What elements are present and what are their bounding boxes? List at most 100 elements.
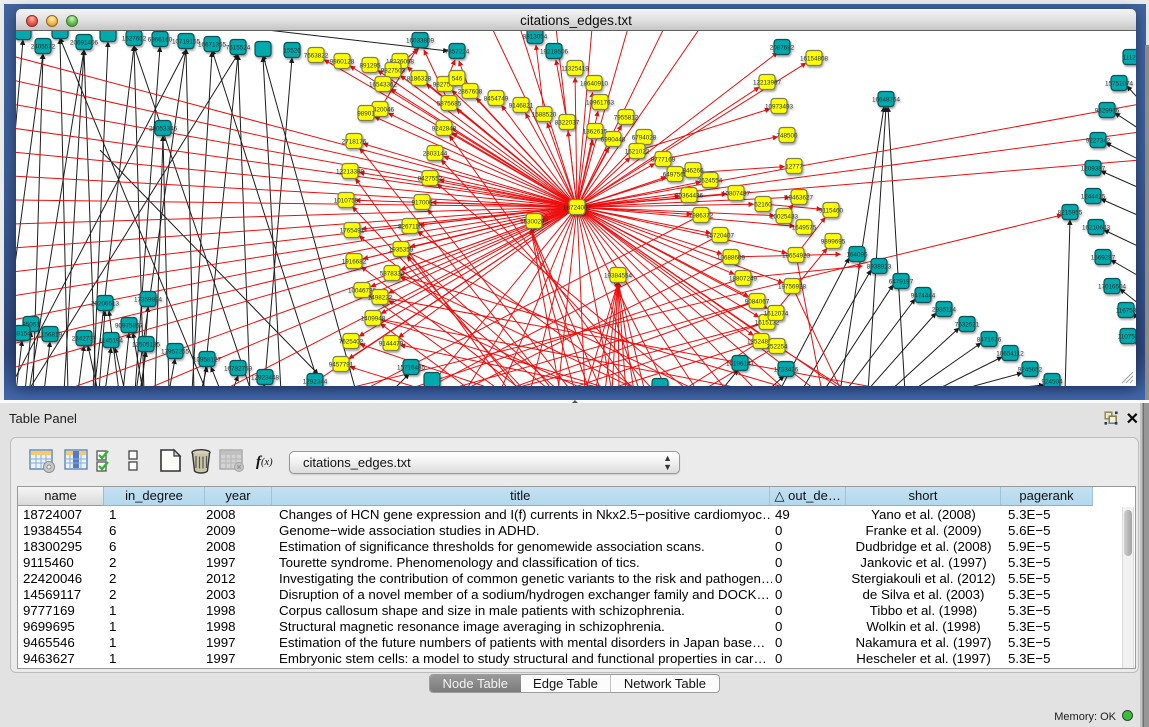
svg-text:9777169: 9777169 xyxy=(651,156,676,163)
svg-text:10719155: 10719155 xyxy=(172,38,201,45)
svg-text:10973493: 10973493 xyxy=(765,103,794,110)
svg-text:1145194: 1145194 xyxy=(99,337,124,344)
svg-text:8215955: 8215955 xyxy=(1058,209,1083,216)
svg-text:1621022: 1621022 xyxy=(625,148,650,155)
svg-text:1010755: 1010755 xyxy=(334,197,359,204)
svg-text:15196141: 15196141 xyxy=(726,360,755,367)
svg-text:1244415: 1244415 xyxy=(1081,193,1106,200)
svg-text:9115460: 9115460 xyxy=(819,207,844,214)
svg-text:19756928: 19756928 xyxy=(778,283,807,290)
svg-text:1569297: 1569297 xyxy=(1091,254,1116,261)
svg-text:5878334: 5878334 xyxy=(380,270,405,277)
svg-text:9245652: 9245652 xyxy=(1018,366,1043,373)
svg-text:6479197: 6479197 xyxy=(889,278,914,285)
svg-text:1935359: 1935359 xyxy=(389,246,414,253)
svg-text:7663822: 7663822 xyxy=(304,52,329,59)
svg-text:(x): (x) xyxy=(261,457,273,468)
svg-text:1527602: 1527602 xyxy=(122,35,147,42)
svg-text:7955812: 7955812 xyxy=(614,114,639,121)
svg-text:9227342: 9227342 xyxy=(1086,137,1111,144)
svg-text:9329966: 9329966 xyxy=(1095,107,1120,114)
svg-text:2935114: 2935114 xyxy=(932,306,957,313)
svg-text:16671355: 16671355 xyxy=(198,41,227,48)
svg-text:12505135: 12505135 xyxy=(132,341,161,348)
svg-text:10654112: 10654112 xyxy=(996,350,1024,357)
svg-text:10688609: 10688609 xyxy=(717,254,746,261)
svg-text:748500: 748500 xyxy=(776,132,798,139)
svg-text:1733426: 1733426 xyxy=(774,366,799,373)
svg-text:8186328: 8186328 xyxy=(407,75,432,82)
svg-text:16154808: 16154808 xyxy=(800,55,829,62)
svg-text:6990448: 6990448 xyxy=(601,136,626,143)
svg-text:9146821: 9146821 xyxy=(509,102,534,109)
svg-text:19384554: 19384554 xyxy=(604,272,633,279)
svg-text:1765491: 1765491 xyxy=(340,227,365,234)
svg-text:19218506: 19218506 xyxy=(540,48,569,55)
svg-text:8427552: 8427552 xyxy=(418,175,443,182)
svg-text:546: 546 xyxy=(452,75,463,82)
svg-text:20206513: 20206513 xyxy=(91,300,120,307)
svg-text:2718176: 2718176 xyxy=(342,138,367,145)
svg-text:9899695: 9899695 xyxy=(821,238,846,245)
svg-text:110753: 110753 xyxy=(1118,333,1136,340)
svg-text:1612074: 1612074 xyxy=(764,310,789,317)
svg-text:16543362: 16543362 xyxy=(369,81,398,88)
svg-text:1292344: 1292344 xyxy=(303,378,328,385)
svg-text:19463627: 19463627 xyxy=(785,194,814,201)
svg-text:18724007: 18724007 xyxy=(563,204,592,211)
svg-text:10958127: 10958127 xyxy=(193,356,222,363)
svg-text:9827503: 9827503 xyxy=(381,67,406,74)
svg-text:10807487: 10807487 xyxy=(722,190,751,197)
svg-text:252254: 252254 xyxy=(766,343,788,350)
svg-text:12777: 12777 xyxy=(785,163,803,170)
svg-text:12213967: 12213967 xyxy=(753,79,782,86)
svg-text:1409948: 1409948 xyxy=(361,315,386,322)
svg-text:19654923: 19654923 xyxy=(782,252,811,259)
svg-text:8267110: 8267110 xyxy=(398,223,423,230)
svg-text:12213389: 12213389 xyxy=(336,168,365,175)
svg-text:7986372: 7986372 xyxy=(689,212,714,219)
svg-text:8813054: 8813054 xyxy=(523,33,548,40)
svg-text:98901: 98901 xyxy=(357,110,375,117)
svg-text:10961763: 10961763 xyxy=(586,99,615,106)
svg-text:20691406: 20691406 xyxy=(70,39,99,46)
svg-text:9474444: 9474444 xyxy=(911,292,936,299)
svg-text:90975867: 90975867 xyxy=(115,322,144,329)
svg-text:15716485: 15716485 xyxy=(397,364,426,371)
svg-text:17957255: 17957255 xyxy=(161,348,190,355)
svg-text:1916682: 1916682 xyxy=(342,258,367,265)
svg-text:11325419: 11325419 xyxy=(561,65,589,72)
svg-text:15751074: 15751074 xyxy=(1105,80,1134,87)
svg-text:9144479: 9144479 xyxy=(379,340,404,347)
svg-text:2087682: 2087682 xyxy=(770,44,795,51)
svg-text:16210643: 16210643 xyxy=(1082,224,1111,231)
svg-text:1588520: 1588520 xyxy=(532,111,557,118)
svg-text:18640910: 18640910 xyxy=(580,80,609,87)
svg-text:9860128: 9860128 xyxy=(330,58,355,65)
svg-text:12923448: 12923448 xyxy=(251,374,280,381)
svg-text:11123: 11123 xyxy=(1123,54,1136,61)
svg-text:7632621: 7632621 xyxy=(955,321,980,328)
svg-text:16033809: 16033809 xyxy=(406,37,435,44)
svg-text:25300203: 25300203 xyxy=(520,218,549,225)
svg-text:16782759: 16782759 xyxy=(224,365,253,372)
svg-text:6966160: 6966160 xyxy=(148,36,173,43)
svg-text:9084067: 9084067 xyxy=(745,298,770,305)
svg-text:1209387: 1209387 xyxy=(1081,165,1106,172)
svg-text:9242848: 9242848 xyxy=(432,125,457,132)
svg-text:15720407: 15720407 xyxy=(706,232,735,239)
svg-text:3624554: 3624554 xyxy=(698,177,723,184)
svg-text:62160: 62160 xyxy=(754,201,772,208)
svg-text:1498222: 1498222 xyxy=(368,294,393,301)
svg-text:7625402: 7625402 xyxy=(339,338,364,345)
svg-text:2342737: 2342737 xyxy=(72,335,97,342)
svg-text:17359924: 17359924 xyxy=(134,296,163,303)
svg-text:1156819: 1156819 xyxy=(38,331,63,338)
svg-text:846266: 846266 xyxy=(682,167,704,174)
svg-text:2803144: 2803144 xyxy=(423,150,448,157)
svg-text:7515524: 7515524 xyxy=(226,44,251,51)
svg-text:8322037: 8322037 xyxy=(555,119,580,126)
svg-text:8938923: 8938923 xyxy=(867,263,892,270)
svg-text:6794028: 6794028 xyxy=(632,134,657,141)
svg-text:8471676: 8471676 xyxy=(977,336,1002,343)
